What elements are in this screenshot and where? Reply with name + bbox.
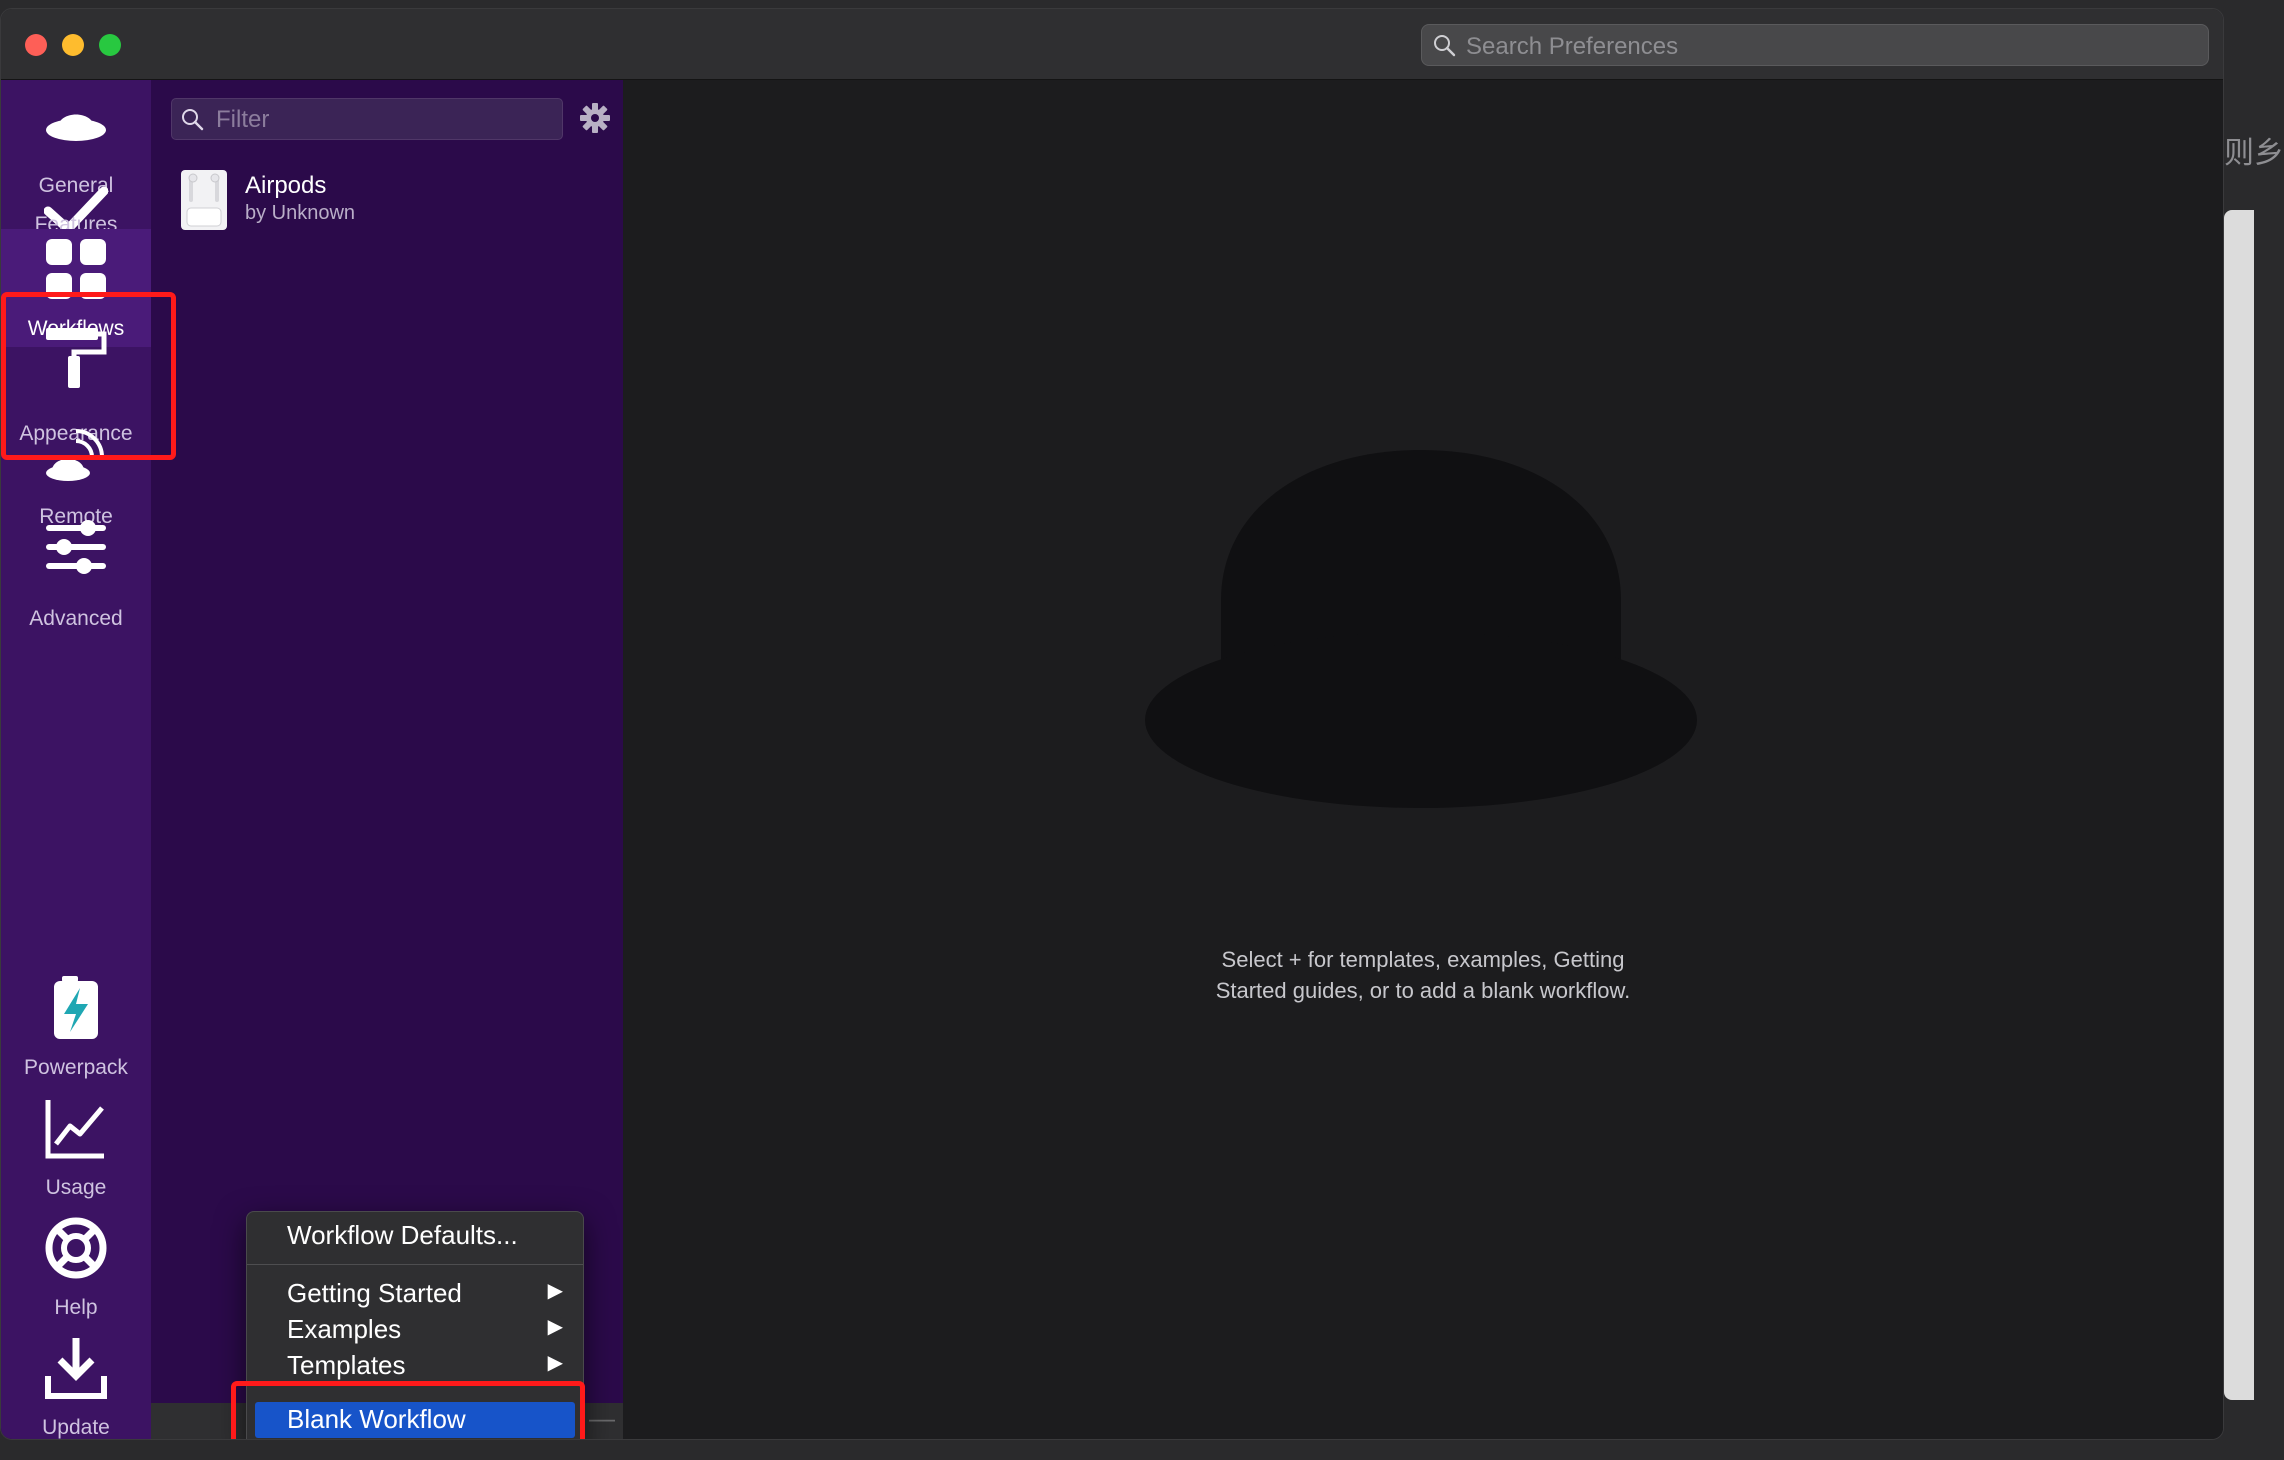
menu-item-label: Workflow Defaults... xyxy=(287,1220,518,1250)
menu-item-label: Examples xyxy=(287,1314,402,1344)
search-icon xyxy=(182,109,204,131)
sidebar-item-label: Features xyxy=(34,213,118,229)
sidebar-item-update[interactable]: Update xyxy=(1,1328,151,1439)
sidebar-item-advanced[interactable]: Advanced xyxy=(1,520,151,655)
background-window-text: 则乡 xyxy=(2224,137,2284,170)
chart-icon xyxy=(45,1100,104,1159)
gear-icon[interactable] xyxy=(579,102,611,134)
filter-input[interactable]: Filter xyxy=(171,98,563,140)
hat-placeholder-icon xyxy=(1145,450,1697,808)
sidebar-item-help[interactable]: Help xyxy=(1,1208,151,1326)
sidebar-item-label: Advanced xyxy=(29,607,123,630)
menu-item-label: Templates xyxy=(287,1350,406,1380)
empty-state-hint: Select + for templates, examples, Gettin… xyxy=(1073,944,1773,1006)
hint-line: Select + for templates, examples, Gettin… xyxy=(1221,947,1625,972)
sidebar-item-label: Help xyxy=(54,1296,98,1319)
submenu-arrow-icon: ▶ xyxy=(547,1352,563,1374)
remove-workflow-button[interactable]: — xyxy=(589,1403,615,1434)
workflow-list-item[interactable]: Airpods by Unknown xyxy=(151,166,623,236)
menu-item-getting-started[interactable]: Getting Started ▶ xyxy=(247,1276,583,1312)
highlight-box-blank-workflow xyxy=(231,1381,585,1439)
sliders-icon xyxy=(46,520,106,574)
menu-item-label: Getting Started xyxy=(287,1278,462,1308)
menu-separator xyxy=(247,1264,583,1265)
menu-item-examples[interactable]: Examples ▶ xyxy=(247,1312,583,1348)
workflow-editor-area: Select + for templates, examples, Gettin… xyxy=(623,80,2223,1439)
sidebar-item-label: Powerpack xyxy=(24,1056,128,1079)
title-bar: Search Preferences xyxy=(1,9,2223,80)
search-preferences-field[interactable]: Search Preferences xyxy=(1421,24,2209,66)
sidebar-item-features[interactable]: Features xyxy=(1,169,151,229)
sidebar-item-label: Update xyxy=(42,1416,110,1439)
sidebar-item-usage[interactable]: Usage xyxy=(1,1088,151,1206)
hat-icon xyxy=(46,114,106,141)
hint-line: Started guides, or to add a blank workfl… xyxy=(1215,978,1631,1003)
close-window-button[interactable] xyxy=(25,34,47,56)
submenu-arrow-icon: ▶ xyxy=(547,1280,563,1302)
minimize-window-button[interactable] xyxy=(62,34,84,56)
menu-item-workflow-defaults[interactable]: Workflow Defaults... xyxy=(247,1218,583,1254)
sidebar-item-label: Usage xyxy=(45,1176,107,1199)
battery-icon xyxy=(54,976,98,1039)
search-placeholder: Search Preferences xyxy=(1466,33,1679,60)
submenu-arrow-icon: ▶ xyxy=(547,1316,563,1338)
preferences-sidebar: General Features Workflows Appearance xyxy=(1,80,151,1439)
background-window-edge xyxy=(2224,210,2254,1400)
workflow-name: Airpods xyxy=(245,172,327,199)
search-icon xyxy=(1434,35,1456,57)
download-icon xyxy=(45,1338,107,1399)
highlight-box-workflows xyxy=(1,292,176,460)
zoom-window-button[interactable] xyxy=(99,34,121,56)
menu-item-templates[interactable]: Templates ▶ xyxy=(247,1348,583,1384)
preferences-window: Search Preferences General Features W xyxy=(0,8,2224,1440)
filter-placeholder: Filter xyxy=(216,106,270,133)
lifebuoy-icon xyxy=(45,1217,107,1279)
airpods-icon xyxy=(181,170,227,230)
workflow-author: by Unknown xyxy=(245,202,356,224)
sidebar-item-powerpack[interactable]: Powerpack xyxy=(1,968,151,1086)
